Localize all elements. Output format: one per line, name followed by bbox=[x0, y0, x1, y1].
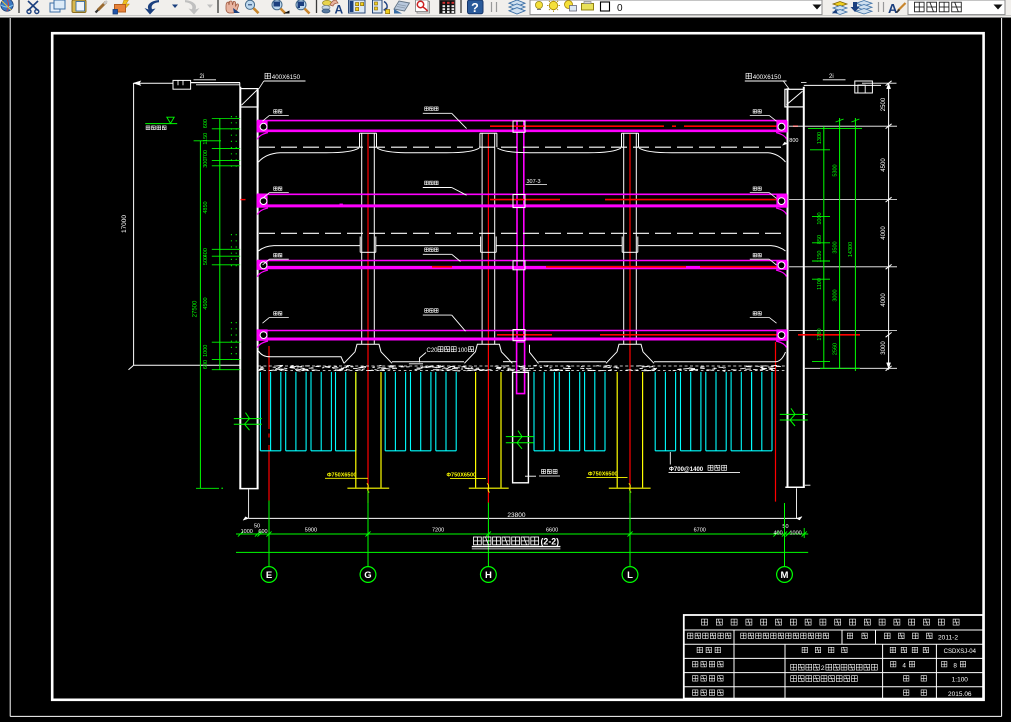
svg-text:2: 2 bbox=[821, 665, 825, 672]
svg-text:1000: 1000 bbox=[241, 529, 253, 535]
svg-text:1780: 1780 bbox=[817, 328, 823, 340]
svg-text:H: H bbox=[485, 570, 492, 581]
svg-text:400X6150: 400X6150 bbox=[272, 74, 301, 81]
svg-text:4500: 4500 bbox=[203, 297, 209, 309]
svg-text:2011-2: 2011-2 bbox=[938, 634, 958, 641]
svg-text:G: G bbox=[364, 570, 371, 581]
svg-text:2560: 2560 bbox=[833, 343, 839, 355]
svg-text:3000: 3000 bbox=[881, 341, 887, 355]
svg-text:14300: 14300 bbox=[848, 242, 854, 257]
svg-text:Φ750X6500: Φ750X6500 bbox=[447, 472, 477, 478]
svg-text:600: 600 bbox=[203, 119, 209, 128]
svg-text:8: 8 bbox=[953, 662, 957, 669]
svg-text:3500: 3500 bbox=[833, 241, 839, 253]
svg-text:Φ750X6500: Φ750X6500 bbox=[588, 472, 618, 478]
svg-text:300: 300 bbox=[203, 159, 209, 168]
svg-text:6700: 6700 bbox=[694, 527, 706, 533]
svg-text:(2-2): (2-2) bbox=[541, 537, 560, 547]
svg-text:C20: C20 bbox=[427, 348, 439, 354]
svg-text:4: 4 bbox=[902, 662, 906, 669]
svg-text:50: 50 bbox=[782, 524, 788, 530]
svg-text:2500: 2500 bbox=[881, 97, 887, 111]
svg-text:1:100: 1:100 bbox=[952, 677, 969, 684]
svg-text:1000: 1000 bbox=[203, 345, 209, 357]
svg-text:E: E bbox=[266, 570, 272, 581]
svg-text:3000: 3000 bbox=[833, 289, 839, 301]
svg-text:4000: 4000 bbox=[881, 293, 887, 307]
svg-text:5900: 5900 bbox=[305, 527, 317, 533]
svg-text:4000: 4000 bbox=[881, 226, 887, 240]
svg-text:A: A bbox=[888, 1, 898, 16]
svg-text:800: 800 bbox=[789, 138, 798, 144]
svg-text:400X6150: 400X6150 bbox=[753, 74, 782, 81]
svg-text:23800: 23800 bbox=[507, 512, 525, 519]
svg-text:307-3: 307-3 bbox=[527, 179, 541, 185]
svg-text:400: 400 bbox=[774, 530, 783, 536]
svg-text:M: M bbox=[781, 570, 789, 581]
svg-text:27500: 27500 bbox=[192, 300, 198, 317]
svg-text:500: 500 bbox=[203, 256, 209, 265]
svg-text:2015.06: 2015.06 bbox=[948, 691, 972, 698]
svg-text:Φ700@1400: Φ700@1400 bbox=[669, 467, 704, 473]
svg-text:5300: 5300 bbox=[833, 164, 839, 176]
svg-text:17000: 17000 bbox=[121, 215, 128, 233]
svg-text:7200: 7200 bbox=[432, 527, 444, 533]
svg-text:4500: 4500 bbox=[881, 158, 887, 172]
svg-text:L: L bbox=[627, 570, 633, 581]
svg-text:2i: 2i bbox=[200, 74, 205, 80]
svg-text:6600: 6600 bbox=[546, 527, 558, 533]
svg-text:1000: 1000 bbox=[790, 530, 802, 536]
svg-text:1150: 1150 bbox=[203, 133, 209, 145]
svg-text:600: 600 bbox=[203, 360, 209, 369]
svg-text:Φ750X6500: Φ750X6500 bbox=[327, 473, 357, 479]
svg-text:0: 0 bbox=[617, 3, 623, 14]
svg-text:4850: 4850 bbox=[203, 201, 209, 213]
svg-text:700: 700 bbox=[203, 150, 209, 159]
svg-text:2i: 2i bbox=[829, 74, 834, 80]
svg-text:1100: 1100 bbox=[817, 278, 823, 290]
svg-text:1000: 1000 bbox=[817, 212, 823, 224]
svg-text:A: A bbox=[335, 3, 344, 17]
svg-text:600: 600 bbox=[258, 529, 267, 535]
svg-text:CSDXSJ-04: CSDXSJ-04 bbox=[944, 649, 977, 655]
svg-text:100: 100 bbox=[458, 348, 469, 354]
svg-text:?: ? bbox=[471, 1, 479, 15]
svg-text:1300: 1300 bbox=[817, 132, 823, 144]
